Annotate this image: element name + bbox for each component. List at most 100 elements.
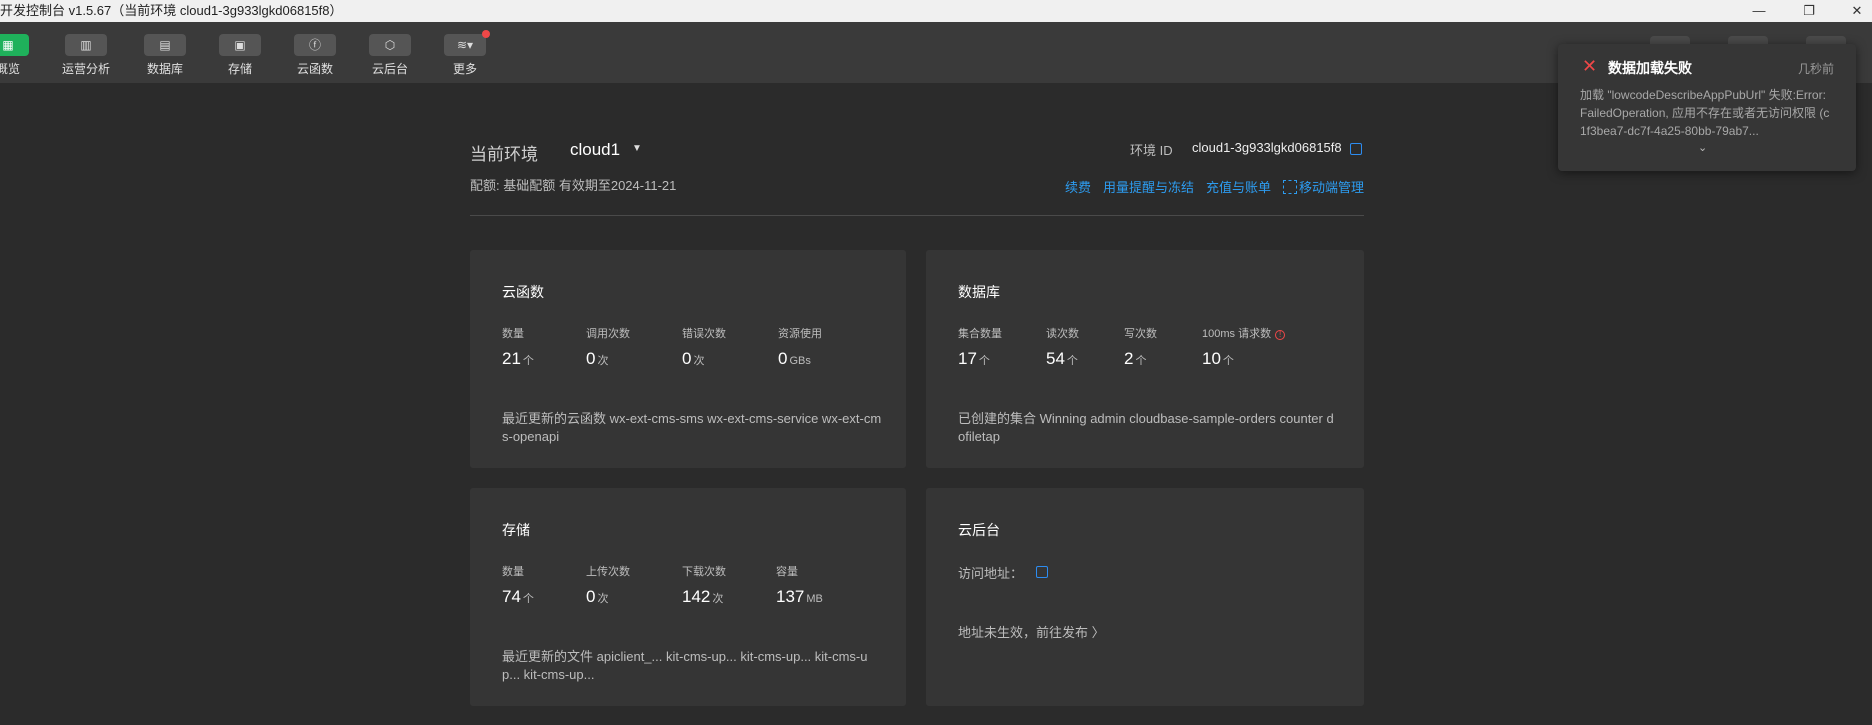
- stat-label: 写次数: [1124, 328, 1157, 340]
- stat-resource: 资源使用 0 GBs: [778, 325, 868, 369]
- error-toast: ✕ 数据加载失败 几秒前 加载 "lowcodeDescribeAppPubUr…: [1558, 44, 1856, 171]
- stat-label: 集合数量: [958, 328, 1002, 340]
- stat-label: 数量: [502, 566, 524, 578]
- stat-unit: GBs: [789, 355, 811, 367]
- minimize-icon[interactable]: —: [1736, 0, 1782, 22]
- card-title: 云函数: [502, 284, 544, 300]
- stat-capacity: 容量 137 MB: [776, 563, 866, 607]
- stat-value: 137: [776, 587, 805, 606]
- stat-count: 数量 21 个: [502, 325, 592, 369]
- toolbar-item-label: 云后台: [371, 62, 408, 76]
- stat-value: 2: [1124, 349, 1134, 368]
- stat-value: 0: [682, 349, 692, 368]
- backend-card[interactable]: 云后台 访问地址： 地址未生效，前往发布 〉: [926, 488, 1364, 706]
- stat-reads: 读次数 54 个: [1046, 325, 1136, 369]
- stat-value: 0: [586, 587, 596, 606]
- stat-value: 0: [586, 349, 596, 368]
- stat-label: 上传次数: [586, 566, 630, 578]
- stat-errors: 错误次数 0次: [682, 325, 772, 369]
- toast-title: 数据加载失败: [1608, 60, 1692, 76]
- access-address-label: 访问地址：: [958, 566, 1024, 581]
- env-id-label: 环境 ID: [1130, 143, 1173, 158]
- stat-value: 142: [682, 587, 711, 606]
- restore-icon[interactable]: ❐: [1786, 0, 1832, 22]
- created-collections: 已创建的集合 Winning admin cloudbase-sample-or…: [958, 411, 1334, 444]
- functions-card[interactable]: 云函数 数量 21 个 调用次数 0次 错误次数 0次 资源使用 0 GBs 最近更…: [470, 250, 906, 468]
- error-icon: ✕: [1582, 56, 1598, 76]
- billing-link[interactable]: 充值与账单: [1206, 180, 1271, 195]
- divider: [470, 215, 1364, 216]
- env-id-value: cloud1-3g933lgkd06815f8: [1192, 140, 1342, 155]
- toolbar-item-analytics[interactable]: ▥ 运营分析: [54, 34, 118, 77]
- toolbar-item-backend[interactable]: ⬡ 云后台: [358, 34, 422, 77]
- bar-chart-icon: ▥: [65, 34, 107, 56]
- stat-unit: 个: [978, 355, 990, 367]
- notification-dot: [482, 30, 490, 38]
- env-selector[interactable]: cloud1: [570, 140, 620, 160]
- stat-unit: MB: [806, 593, 823, 605]
- card-title: 云后台: [958, 522, 1000, 538]
- stat-label: 资源使用: [778, 328, 822, 340]
- caret-down-icon[interactable]: ▼: [632, 143, 642, 154]
- database-card[interactable]: 数据库 集合数量 17 个 读次数 54 个 写次数 2个 100ms 请求数! 1…: [926, 250, 1364, 468]
- stat-downloads: 下载次数 142 次: [682, 563, 772, 607]
- renew-link[interactable]: 续费: [1065, 180, 1091, 195]
- stat-value: 21: [502, 349, 521, 368]
- card-title: 存储: [502, 522, 530, 538]
- copy-icon[interactable]: [1350, 143, 1362, 155]
- stat-value: 0: [778, 349, 788, 368]
- layers-icon: ≋▾: [444, 30, 490, 56]
- copy-icon[interactable]: [1036, 566, 1048, 578]
- stat-collections: 集合数量 17 个: [958, 325, 1048, 369]
- chevron-down-icon[interactable]: ⌄: [1698, 141, 1707, 154]
- toolbar-item-label: 数据库: [146, 62, 183, 76]
- toolbar-item-label: 运营分析: [61, 62, 110, 76]
- stat-label: 容量: [776, 566, 798, 578]
- stat-label: 下载次数: [682, 566, 726, 578]
- stat-writes: 写次数 2个: [1124, 325, 1214, 369]
- toolbar-item-storage[interactable]: ▣ 存储: [208, 34, 272, 77]
- stat-unit: 个: [1066, 355, 1078, 367]
- toolbar-item-database[interactable]: ▤ 数据库: [133, 34, 197, 77]
- stat-label: 100ms 请求数: [1202, 328, 1272, 340]
- toast-time: 几秒前: [1797, 62, 1834, 76]
- toolbar-item-label: 存储: [227, 62, 252, 76]
- stat-100ms-requests: 100ms 请求数! 10 个: [1202, 325, 1322, 369]
- stat-unit: 次: [693, 355, 705, 367]
- function-icon: ⓕ: [294, 34, 336, 56]
- info-icon[interactable]: !: [1275, 330, 1286, 340]
- title-bar: 开发控制台 v1.5.67（当前环境 cloud1-3g933lgkd06815…: [0, 0, 1872, 22]
- toast-message: 加载 "lowcodeDescribeAppPubUrl" 失败:Error: …: [1580, 88, 1830, 138]
- stat-value: 74: [502, 587, 521, 606]
- toolbar-item-label: 更多: [452, 62, 477, 76]
- stat-value: 10: [1202, 349, 1221, 368]
- recent-files: 最近更新的文件 apiclient_... kit-cms-up... kit-…: [502, 649, 868, 682]
- stat-unit: 个: [1135, 355, 1147, 367]
- publish-link[interactable]: 地址未生效，前往发布 〉: [958, 622, 1105, 641]
- toolbar-item-more[interactable]: ≋▾ 更多: [433, 30, 497, 77]
- toolbar-item-overview[interactable]: ▦ 概览: [0, 34, 40, 77]
- grid-icon: ▦: [0, 34, 29, 56]
- stat-label: 调用次数: [586, 328, 630, 340]
- close-icon[interactable]: ✕: [1834, 0, 1872, 22]
- stat-label: 数量: [502, 328, 524, 340]
- qrcode-icon: [1282, 180, 1297, 194]
- stat-unit: 次: [597, 355, 609, 367]
- env-links: 续费 用量提醒与冻结 充值与账单 移动端管理: [1053, 177, 1364, 196]
- mobile-manage-link[interactable]: 移动端管理: [1299, 180, 1364, 195]
- env-label: 当前环境: [470, 145, 538, 164]
- cube-icon: ⬡: [369, 34, 411, 56]
- storage-card[interactable]: 存储 数量 74 个 上传次数 0次 下载次数 142 次 容量 137 MB 最近更…: [470, 488, 906, 706]
- database-icon: ▤: [144, 34, 186, 56]
- stat-unit: 次: [712, 593, 724, 605]
- stat-uploads: 上传次数 0次: [586, 563, 676, 607]
- stat-unit: 个: [522, 355, 534, 367]
- usage-alert-link[interactable]: 用量提醒与冻结: [1103, 180, 1194, 195]
- stat-files: 数量 74 个: [502, 563, 592, 607]
- stat-label: 读次数: [1046, 328, 1079, 340]
- stat-label: 错误次数: [682, 328, 726, 340]
- toolbar-item-functions[interactable]: ⓕ 云函数: [283, 34, 347, 77]
- card-title: 数据库: [958, 284, 1000, 300]
- toolbar-item-label: 概览: [0, 62, 20, 76]
- storage-icon: ▣: [219, 34, 261, 56]
